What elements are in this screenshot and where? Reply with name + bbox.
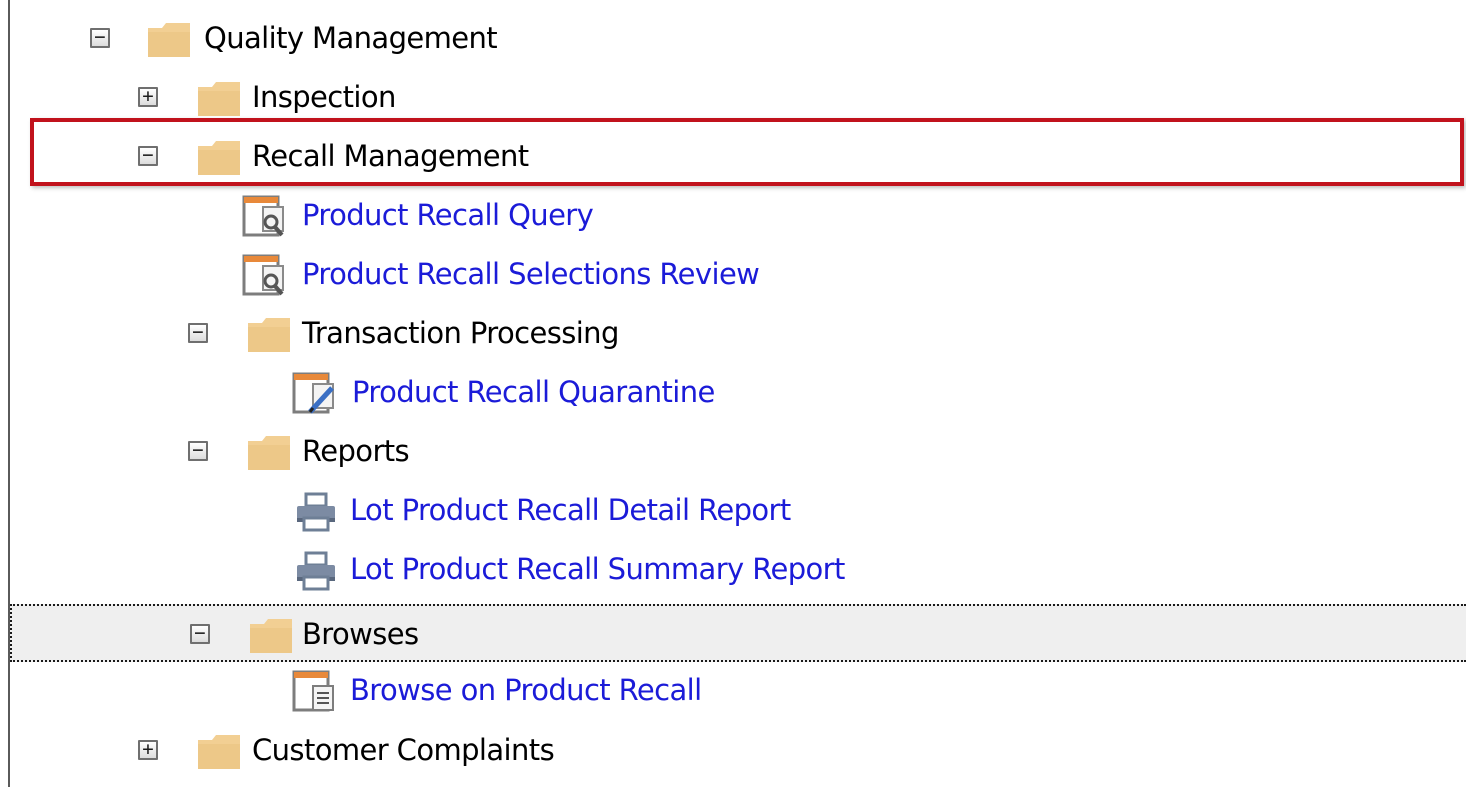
tree-node-reports[interactable]: − Reports [10, 421, 1466, 481]
tree-node-lot-product-recall-summary-report[interactable]: Lot Product Recall Summary Report [10, 539, 1466, 599]
tree-node-label: Inspection [252, 80, 396, 114]
tree-node-label: Browses [302, 617, 419, 651]
tree-node-customer-complaints[interactable]: + Customer Complaints [10, 718, 1466, 778]
tree-node-label: Recall Management [252, 139, 529, 173]
document-search-icon [242, 195, 284, 237]
printer-icon [297, 492, 335, 532]
tree-node-link[interactable]: Product Recall Quarantine [352, 372, 715, 412]
printer-icon [297, 551, 335, 591]
document-search-icon [242, 254, 284, 296]
tree-node-recall-management[interactable]: − Recall Management [10, 126, 1466, 186]
folder-icon [248, 436, 290, 470]
tree-node-label: Transaction Processing [302, 316, 619, 350]
collapse-minus-icon[interactable]: − [188, 441, 208, 461]
tree-node-quality-management[interactable]: − Quality Management [10, 8, 1466, 68]
tree-node-product-recall-quarantine[interactable]: Product Recall Quarantine [10, 362, 1466, 422]
document-edit-icon [292, 372, 334, 414]
tree-node-link[interactable]: Browse on Product Recall [350, 670, 702, 710]
tree-node-browses[interactable]: − Browses [10, 604, 1466, 662]
tree-node-link[interactable]: Product Recall Selections Review [302, 254, 760, 294]
tree-node-link[interactable]: Lot Product Recall Detail Report [350, 490, 791, 530]
tree-node-label: Reports [302, 434, 410, 468]
folder-icon [198, 141, 240, 175]
folder-icon [248, 318, 290, 352]
tree-node-transaction-processing[interactable]: − Transaction Processing [10, 303, 1466, 363]
tree-node-link[interactable]: Lot Product Recall Summary Report [350, 549, 845, 589]
folder-icon [148, 23, 190, 57]
tree-node-inspection[interactable]: + Inspection [10, 67, 1466, 127]
collapse-minus-icon[interactable]: − [188, 323, 208, 343]
expand-plus-icon[interactable]: + [138, 87, 158, 107]
collapse-minus-icon[interactable]: − [138, 146, 158, 166]
tree-node-link[interactable]: Product Recall Query [302, 195, 594, 235]
tree-node-label: Customer Complaints [252, 733, 555, 767]
document-list-icon [292, 670, 334, 712]
collapse-minus-icon[interactable]: − [90, 28, 110, 48]
tree-node-lot-product-recall-detail-report[interactable]: Lot Product Recall Detail Report [10, 480, 1466, 540]
navigation-tree: − Quality Management + Inspection − Reca… [0, 0, 1466, 787]
tree-node-product-recall-selections-review[interactable]: Product Recall Selections Review [10, 244, 1466, 304]
folder-icon [198, 735, 240, 769]
collapse-minus-icon[interactable]: − [190, 624, 210, 644]
tree-node-label: Quality Management [204, 21, 498, 55]
expand-plus-icon[interactable]: + [138, 740, 158, 760]
tree-node-browse-on-product-recall[interactable]: Browse on Product Recall [10, 662, 1466, 722]
folder-icon [198, 82, 240, 116]
folder-icon [250, 619, 292, 653]
tree-node-product-recall-query[interactable]: Product Recall Query [10, 185, 1466, 245]
